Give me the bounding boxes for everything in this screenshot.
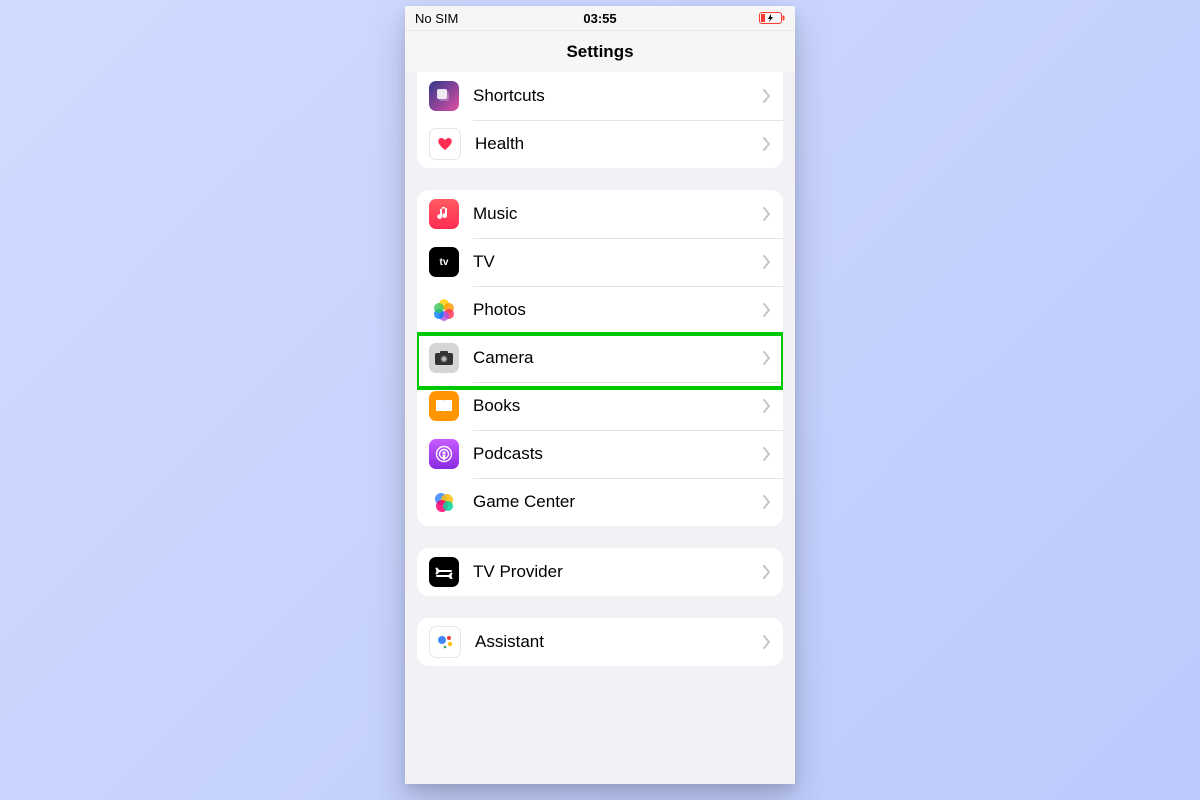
assistant-icon	[429, 626, 461, 658]
chevron-right-icon	[763, 399, 771, 413]
row-tvprovider[interactable]: TV Provider	[417, 548, 783, 596]
row-camera[interactable]: Camera	[417, 334, 783, 382]
music-icon	[429, 199, 459, 229]
nav-bar: Settings	[405, 31, 795, 74]
row-podcasts[interactable]: Podcasts	[417, 430, 783, 478]
books-icon	[429, 391, 459, 421]
tv-icon: tv	[429, 247, 459, 277]
shortcuts-icon	[429, 81, 459, 111]
chevron-right-icon	[763, 303, 771, 317]
row-label: Books	[473, 396, 763, 416]
row-label: Shortcuts	[473, 86, 763, 106]
camera-icon	[429, 343, 459, 373]
row-label: Health	[475, 134, 763, 154]
row-label: Camera	[473, 348, 763, 368]
chevron-right-icon	[763, 207, 771, 221]
row-music[interactable]: Music	[417, 190, 783, 238]
chevron-right-icon	[763, 635, 771, 649]
podcasts-icon	[429, 439, 459, 469]
health-icon	[429, 128, 461, 160]
chevron-right-icon	[763, 565, 771, 579]
row-assistant[interactable]: Assistant	[417, 618, 783, 666]
row-tv[interactable]: tv TV	[417, 238, 783, 286]
gamecenter-icon	[429, 487, 459, 517]
chevron-right-icon	[763, 137, 771, 151]
chevron-right-icon	[763, 447, 771, 461]
row-label: Music	[473, 204, 763, 224]
row-books[interactable]: Books	[417, 382, 783, 430]
status-bar: No SIM 03:55	[405, 6, 795, 31]
clock-text: 03:55	[405, 11, 795, 26]
chevron-right-icon	[763, 89, 771, 103]
row-label: TV	[473, 252, 763, 272]
chevron-right-icon	[763, 351, 771, 365]
settings-group: TV Provider	[417, 548, 783, 596]
settings-group: Music tv TV	[417, 190, 783, 526]
row-label: TV Provider	[473, 562, 763, 582]
phone-frame: No SIM 03:55 Settings	[405, 6, 795, 784]
settings-list[interactable]: Shortcuts Health Music	[405, 72, 795, 784]
photos-icon	[429, 295, 459, 325]
chevron-right-icon	[763, 255, 771, 269]
row-shortcuts[interactable]: Shortcuts	[417, 72, 783, 120]
row-health[interactable]: Health	[417, 120, 783, 168]
row-label: Assistant	[475, 632, 763, 652]
tvprovider-icon	[429, 557, 459, 587]
chevron-right-icon	[763, 495, 771, 509]
row-label: Photos	[473, 300, 763, 320]
row-label: Game Center	[473, 492, 763, 512]
row-label: Podcasts	[473, 444, 763, 464]
row-gamecenter[interactable]: Game Center	[417, 478, 783, 526]
settings-group: Shortcuts Health	[417, 72, 783, 168]
row-photos[interactable]: Photos	[417, 286, 783, 334]
page-title: Settings	[566, 42, 633, 62]
background: No SIM 03:55 Settings	[0, 0, 1200, 800]
settings-group: Assistant	[417, 618, 783, 666]
